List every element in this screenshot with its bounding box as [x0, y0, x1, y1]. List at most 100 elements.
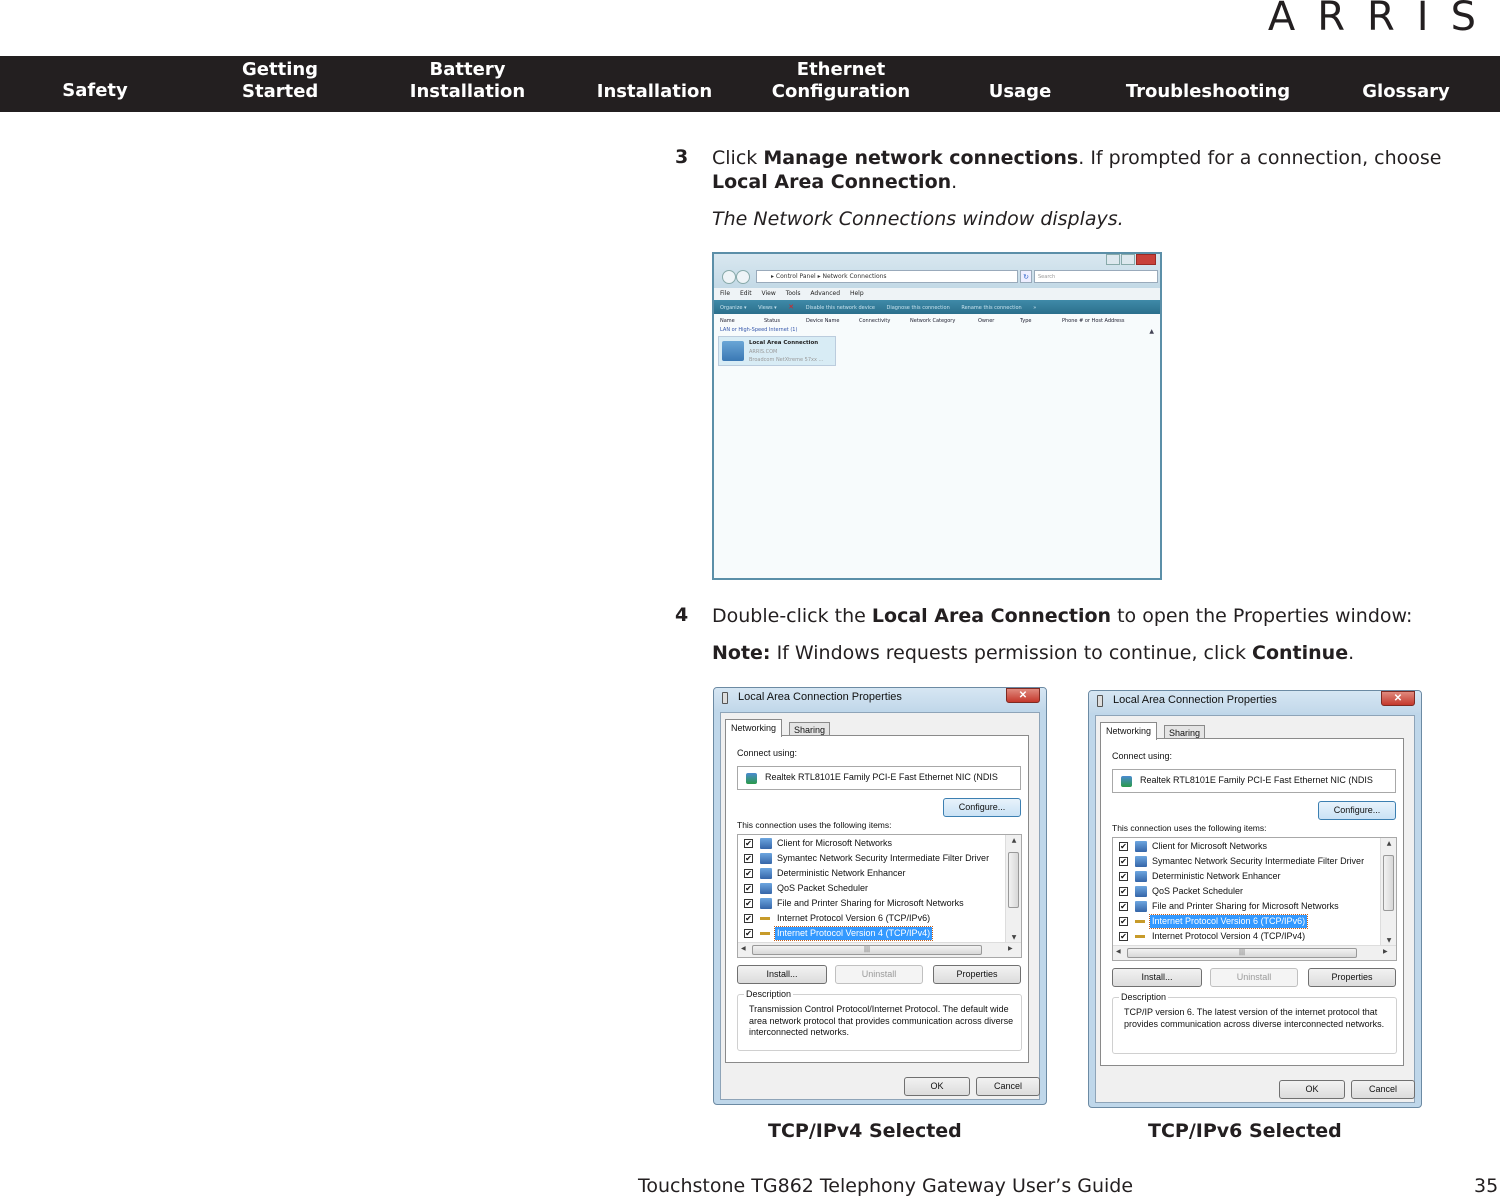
component-checkbox[interactable]: ✔ — [1119, 887, 1128, 896]
component-checkbox[interactable]: ✔ — [744, 854, 753, 863]
close-button[interactable]: ✕ — [1006, 688, 1040, 703]
component-list-item[interactable]: ✔ Internet Protocol Version 6 (TCP/IPv6) — [738, 911, 1000, 926]
configure-button[interactable]: Configure... — [943, 798, 1021, 817]
nav-tab-installation[interactable]: Installation — [582, 81, 727, 103]
menu-help[interactable]: Help — [850, 290, 864, 297]
configure-button[interactable]: Configure... — [1318, 801, 1396, 820]
scroll-down-icon[interactable]: ▼ — [1381, 937, 1397, 944]
component-list-item[interactable]: ✔ QoS Packet Scheduler — [1113, 884, 1375, 899]
nav-tab-troubleshooting[interactable]: Troubleshooting — [1110, 81, 1306, 103]
scroll-down-icon[interactable]: ▼ — [1006, 934, 1022, 941]
component-list-item[interactable]: ✔ Internet Protocol Version 4 (TCP/IPv4) — [1113, 929, 1375, 944]
menu-tools[interactable]: Tools — [786, 290, 801, 297]
close-button[interactable]: ✕ — [1381, 691, 1415, 706]
menu-edit[interactable]: Edit — [740, 290, 752, 297]
scroll-up-icon[interactable]: ▲ — [1006, 837, 1022, 844]
tab-networking[interactable]: Networking — [1100, 722, 1158, 740]
nav-tab-usage[interactable]: Usage — [970, 81, 1070, 103]
component-list-item[interactable]: ✔ Client for Microsoft Networks — [1113, 839, 1375, 854]
column-header[interactable]: Phone # or Host Address — [1062, 316, 1124, 326]
component-checkbox[interactable]: ✔ — [1119, 932, 1128, 941]
close-icon[interactable] — [1136, 254, 1156, 265]
component-list-item[interactable]: ✔ Symantec Network Security Intermediate… — [1113, 854, 1375, 869]
scroll-thumb[interactable] — [1383, 855, 1394, 911]
local-area-connection-item[interactable]: Local Area Connection ARRIS.COM Broadcom… — [718, 336, 836, 366]
scroll-left-icon[interactable]: ◀ — [741, 945, 746, 952]
install-button[interactable]: Install... — [1112, 968, 1202, 987]
disable-device-button[interactable]: Disable this network device — [806, 305, 875, 311]
group-header[interactable]: LAN or High-Speed Internet (1) — [720, 327, 797, 333]
component-list-item[interactable]: ✔ Symantec Network Security Intermediate… — [738, 851, 1000, 866]
diagnose-button[interactable]: Diagnose this connection — [887, 305, 950, 311]
component-checkbox[interactable]: ✔ — [744, 869, 753, 878]
properties-button[interactable]: Properties — [1308, 968, 1396, 987]
component-checkbox[interactable]: ✔ — [744, 929, 753, 938]
scroll-thumb[interactable]: ||| — [1127, 948, 1357, 958]
column-header[interactable]: Connectivity — [859, 316, 890, 326]
collapse-icon[interactable]: ▲ — [1149, 328, 1154, 335]
components-list[interactable]: ✔ Client for Microsoft Networks ✔ Symant… — [737, 834, 1022, 958]
component-list-item[interactable]: ✔ File and Printer Sharing for Microsoft… — [1113, 899, 1375, 914]
horizontal-scrollbar[interactable]: ◀ ||| ▶ — [738, 942, 1021, 957]
properties-button[interactable]: Properties — [933, 965, 1021, 984]
component-list-item[interactable]: ✔ File and Printer Sharing for Microsoft… — [738, 896, 1000, 911]
scroll-thumb[interactable]: ||| — [752, 945, 982, 955]
component-list-item[interactable]: ✔ Internet Protocol Version 4 (TCP/IPv4) — [738, 926, 1000, 941]
vertical-scrollbar[interactable]: ▲ ▼ — [1005, 835, 1021, 942]
uninstall-button[interactable]: Uninstall — [1210, 968, 1298, 987]
components-list[interactable]: ✔ Client for Microsoft Networks ✔ Symant… — [1112, 837, 1397, 961]
horizontal-scrollbar[interactable]: ◀ ||| ▶ — [1113, 945, 1396, 960]
nav-tab-getting-started[interactable]: Getting Started — [225, 59, 335, 103]
uninstall-button[interactable]: Uninstall — [835, 965, 923, 984]
scroll-thumb[interactable] — [1008, 852, 1019, 908]
more-commands-button[interactable]: » — [1033, 305, 1036, 311]
forward-icon[interactable] — [736, 270, 750, 284]
scroll-up-icon[interactable]: ▲ — [1381, 840, 1397, 847]
maximize-icon[interactable] — [1121, 254, 1135, 265]
nav-tab-battery-installation[interactable]: Battery Installation — [395, 59, 540, 103]
nav-tab-safety[interactable]: Safety — [40, 80, 150, 102]
menu-advanced[interactable]: Advanced — [810, 290, 840, 297]
menu-file[interactable]: File — [720, 290, 730, 297]
cancel-button[interactable]: Cancel — [1351, 1080, 1415, 1099]
tab-networking[interactable]: Networking — [725, 719, 783, 737]
vertical-scrollbar[interactable]: ▲ ▼ — [1380, 838, 1396, 945]
column-header[interactable]: Status — [764, 316, 780, 326]
column-header[interactable]: Network Category — [910, 316, 955, 326]
back-icon[interactable] — [722, 270, 736, 284]
organize-button[interactable]: Organize ▾ — [720, 305, 747, 311]
address-bar[interactable]: ▸ Control Panel ▸ Network Connections — [756, 270, 1018, 283]
nav-tab-ethernet-configuration[interactable]: Ethernet Configuration — [760, 59, 922, 103]
column-header[interactable]: Device Name — [806, 316, 839, 326]
component-checkbox[interactable]: ✔ — [1119, 857, 1128, 866]
ok-button[interactable]: OK — [1279, 1080, 1345, 1099]
component-list-item[interactable]: ✔ Internet Protocol Version 6 (TCP/IPv6) — [1113, 914, 1375, 929]
minimize-icon[interactable] — [1106, 254, 1120, 265]
column-header[interactable]: Name — [720, 316, 735, 326]
component-checkbox[interactable]: ✔ — [744, 839, 753, 848]
component-checkbox[interactable]: ✔ — [1119, 872, 1128, 881]
rename-button[interactable]: Rename this connection — [961, 305, 1021, 311]
scroll-right-icon[interactable]: ▶ — [1008, 945, 1013, 952]
column-header[interactable]: Type — [1020, 316, 1031, 326]
component-checkbox[interactable]: ✔ — [744, 884, 753, 893]
component-list-item[interactable]: ✔ QoS Packet Scheduler — [738, 881, 1000, 896]
cancel-button[interactable]: Cancel — [976, 1077, 1040, 1096]
refresh-icon[interactable]: ↻ — [1020, 270, 1032, 283]
scroll-left-icon[interactable]: ◀ — [1116, 948, 1121, 955]
component-checkbox[interactable]: ✔ — [1119, 917, 1128, 926]
component-checkbox[interactable]: ✔ — [744, 899, 753, 908]
install-button[interactable]: Install... — [737, 965, 827, 984]
menu-view[interactable]: View — [762, 290, 776, 297]
component-checkbox[interactable]: ✔ — [1119, 842, 1128, 851]
component-checkbox[interactable]: ✔ — [744, 914, 753, 923]
ok-button[interactable]: OK — [904, 1077, 970, 1096]
views-button[interactable]: Views ▾ — [758, 305, 777, 311]
component-list-item[interactable]: ✔ Client for Microsoft Networks — [738, 836, 1000, 851]
nav-tab-glossary[interactable]: Glossary — [1345, 81, 1467, 103]
scroll-right-icon[interactable]: ▶ — [1383, 948, 1388, 955]
column-header[interactable]: Owner — [978, 316, 994, 326]
search-input[interactable]: Search — [1034, 270, 1158, 283]
component-checkbox[interactable]: ✔ — [1119, 902, 1128, 911]
component-list-item[interactable]: ✔ Deterministic Network Enhancer — [1113, 869, 1375, 884]
